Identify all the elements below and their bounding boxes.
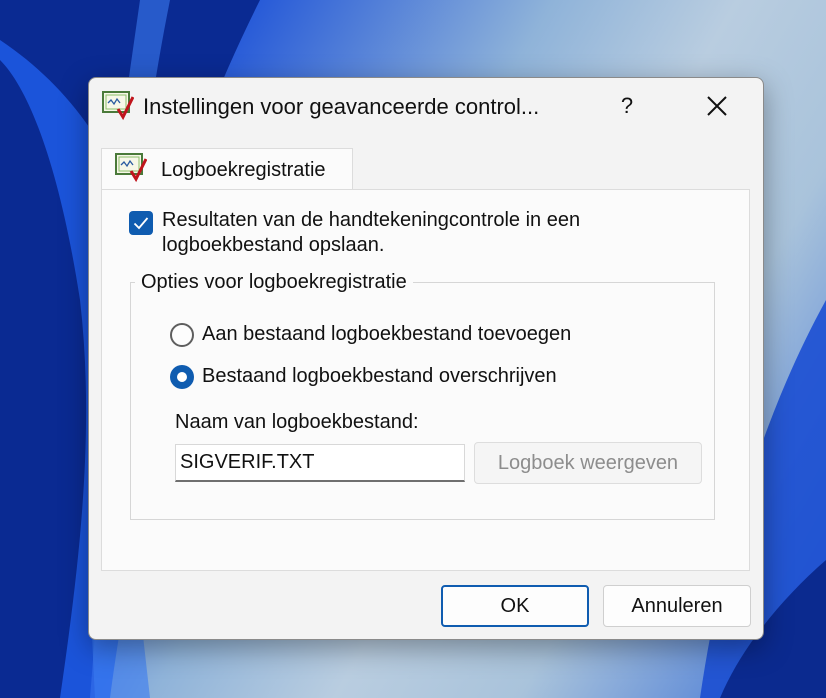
cancel-button[interactable]: Annuleren [603,585,751,627]
close-icon [707,96,727,116]
title-bar[interactable]: Instellingen voor geavanceerde control..… [89,78,763,134]
checkmark-icon [133,217,149,230]
radio-append[interactable] [170,323,194,347]
advanced-settings-dialog: Instellingen voor geavanceerde control..… [88,77,764,640]
certificate-check-icon [115,153,148,183]
certificate-check-icon [102,91,135,121]
tab-panel: Resultaten van de handtekeningcontrole i… [101,189,750,571]
log-filename-input[interactable] [175,444,465,482]
log-filename-label: Naam van logboekbestand: [175,411,419,433]
tab-label: Logboekregistratie [161,159,326,181]
help-button[interactable]: ? [605,86,649,126]
close-button[interactable] [695,86,739,126]
view-log-button[interactable]: Logboek weergeven [474,442,702,484]
log-results-checkbox[interactable] [129,211,153,235]
log-results-label[interactable]: Resultaten van de handtekeningcontrole i… [162,208,722,258]
group-legend: Opties voor logboekregistratie [135,271,413,294]
ok-button[interactable]: OK [441,585,589,627]
radio-overwrite-label[interactable]: Bestaand logboekbestand overschrijven [202,365,557,388]
dialog-title: Instellingen voor geavanceerde control..… [143,94,540,119]
radio-overwrite[interactable] [170,365,194,389]
tab-logboekregistratie[interactable]: Logboekregistratie [101,148,353,190]
logging-options-group: Opties voor logboekregistratie Aan besta… [130,271,715,520]
radio-append-label[interactable]: Aan bestaand logboekbestand toevoegen [202,323,571,346]
